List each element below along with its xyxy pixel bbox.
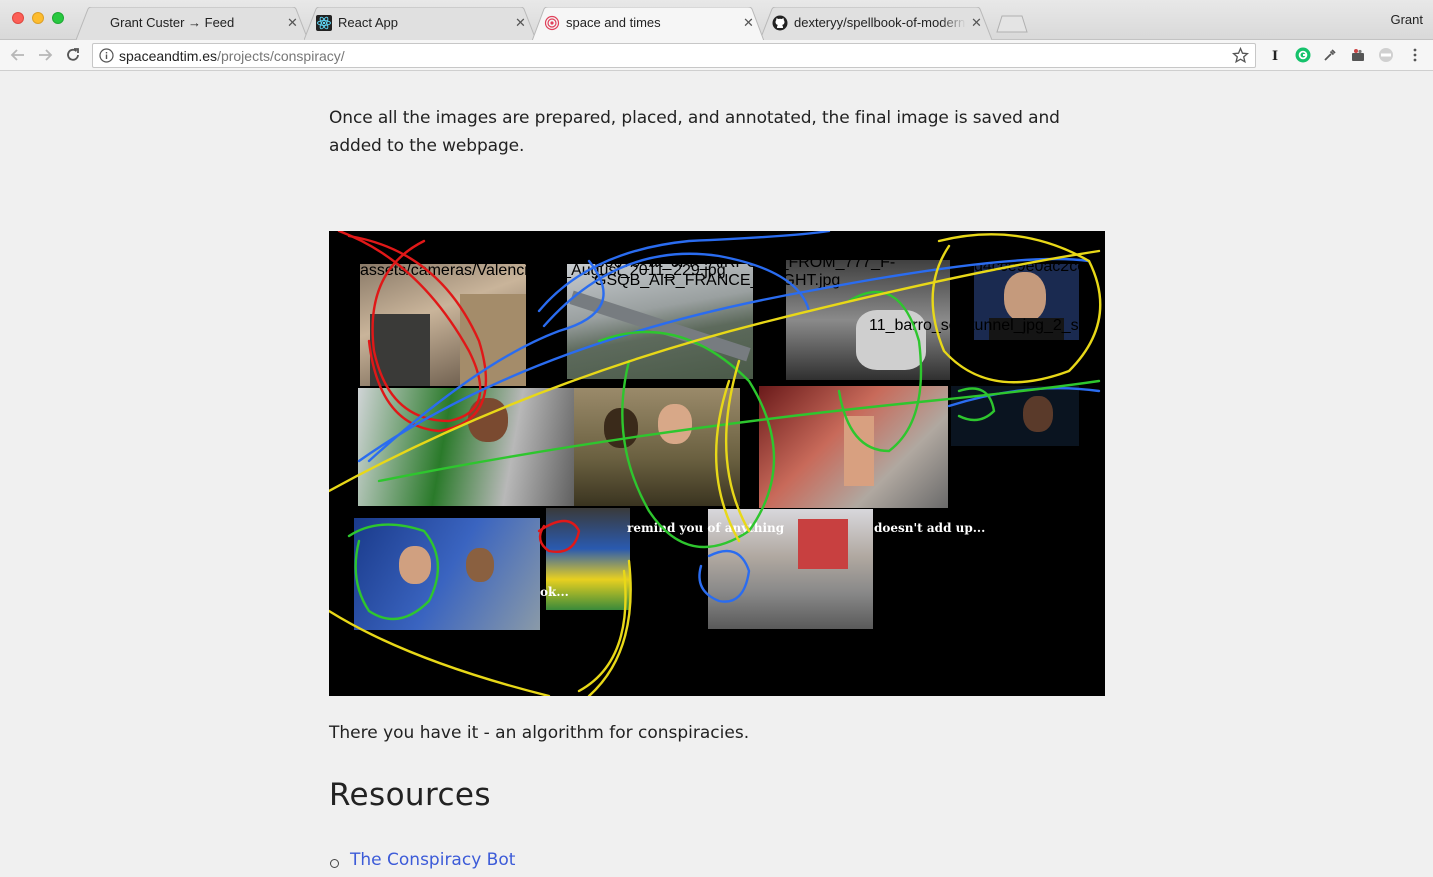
conspiracy-collage-image: assets/cameras/Valencia_11_August_2011_2… bbox=[329, 231, 1105, 696]
grammarly-icon[interactable] bbox=[1295, 47, 1311, 63]
url-host: spaceandtim.es bbox=[119, 48, 218, 64]
close-tab-icon[interactable]: ✕ bbox=[971, 7, 982, 38]
url-path: /projects/conspiracy/ bbox=[217, 48, 345, 64]
browser-toolbar: spaceandtim.es/projects/conspiracy/ I bbox=[0, 40, 1433, 71]
tab-label: Grant Custer → Feed bbox=[110, 15, 235, 30]
conspiracy-bot-link[interactable]: The Conspiracy Bot bbox=[350, 850, 515, 870]
github-icon bbox=[772, 15, 788, 31]
eyedropper-icon[interactable] bbox=[1322, 47, 1338, 63]
close-window-button[interactable] bbox=[12, 12, 24, 24]
svg-text:I: I bbox=[1272, 49, 1278, 63]
vpn-icon[interactable] bbox=[1378, 47, 1394, 63]
instapaper-icon[interactable]: I bbox=[1267, 47, 1283, 63]
tab-label: space and times bbox=[566, 15, 661, 30]
menu-kebab-icon[interactable] bbox=[1407, 47, 1423, 63]
tab-space-and-times[interactable]: space and times ✕ bbox=[532, 7, 764, 40]
bookmark-star-icon[interactable] bbox=[1232, 47, 1249, 64]
zoom-window-button[interactable] bbox=[52, 12, 64, 24]
reload-icon[interactable] bbox=[64, 46, 82, 64]
list-bullet-icon bbox=[330, 859, 339, 868]
profile-name[interactable]: Grant bbox=[1390, 12, 1423, 27]
tab-label: React App bbox=[338, 15, 398, 30]
intro-paragraph: Once all the images are prepared, placed… bbox=[329, 108, 1060, 156]
browser-titlebar: Grant Custer → Feed ✕ React App ✕ space … bbox=[0, 0, 1433, 40]
tab-react-app[interactable]: React App ✕ bbox=[304, 7, 536, 40]
address-bar[interactable]: spaceandtim.es/projects/conspiracy/ bbox=[92, 43, 1256, 68]
outro-paragraph: There you have it - an algorithm for con… bbox=[329, 723, 750, 743]
target-icon bbox=[544, 15, 560, 31]
tab-github-spellbook[interactable]: dexteryy/spellbook-of-modern ✕ bbox=[760, 7, 992, 40]
close-tab-icon[interactable]: ✕ bbox=[287, 7, 298, 38]
annotation-scribbles bbox=[329, 231, 1102, 696]
url-text[interactable]: spaceandtim.es/projects/conspiracy/ bbox=[119, 48, 345, 64]
info-icon[interactable] bbox=[99, 48, 114, 63]
new-tab-button[interactable] bbox=[996, 15, 1028, 33]
back-arrow-icon[interactable] bbox=[9, 46, 27, 64]
close-tab-icon[interactable]: ✕ bbox=[515, 7, 526, 38]
tab-label: dexteryy/spellbook-of-modern bbox=[794, 15, 966, 30]
close-tab-icon[interactable]: ✕ bbox=[743, 7, 754, 38]
extension-puzzle-icon[interactable] bbox=[1350, 47, 1366, 63]
resources-heading: Resources bbox=[329, 777, 491, 813]
page-viewport: Once all the images are prepared, placed… bbox=[0, 72, 1433, 877]
tab-grant-custer-feed[interactable]: Grant Custer → Feed ✕ bbox=[76, 7, 308, 40]
react-icon bbox=[316, 15, 332, 31]
forward-arrow-icon[interactable] bbox=[36, 46, 54, 64]
minimize-window-button[interactable] bbox=[32, 12, 44, 24]
